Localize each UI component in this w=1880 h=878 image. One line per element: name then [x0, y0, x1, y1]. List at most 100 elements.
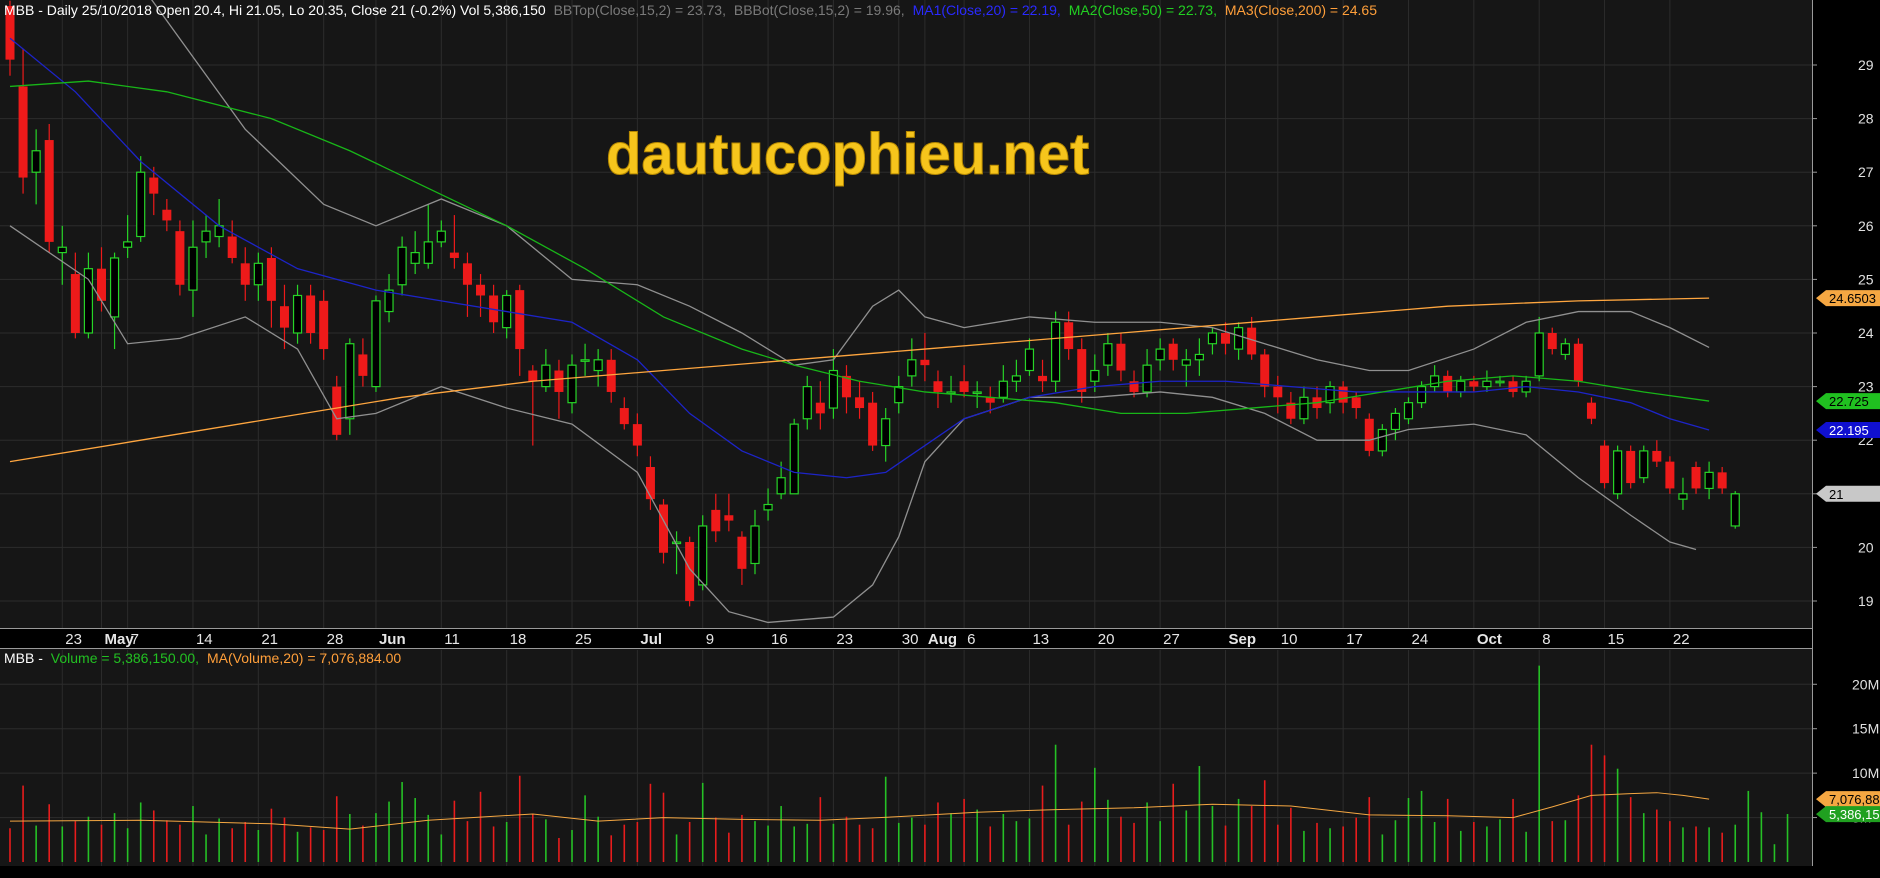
candle-body — [1011, 375, 1021, 382]
candle[interactable] — [1613, 445, 1623, 500]
candle[interactable] — [371, 295, 381, 392]
x-date-label: 8 — [1542, 631, 1550, 648]
x-date-label: 16 — [771, 631, 788, 648]
candle-body — [1534, 332, 1544, 377]
candlestick-chart-svg[interactable]: 19202122232425262728295M10M15M20M23May71… — [0, 0, 1880, 878]
x-date-label: 25 — [575, 631, 592, 648]
candle-body — [554, 370, 564, 392]
value-tag-text: 7,076,884 — [1829, 792, 1880, 807]
candle-body — [894, 386, 904, 404]
y-tick-label: 23 — [1858, 379, 1874, 395]
candle[interactable] — [1730, 491, 1740, 529]
y-tick-label: 24 — [1858, 325, 1874, 341]
candle-body — [436, 230, 446, 243]
stock-chart-window: 19202122232425262728295M10M15M20M23May71… — [0, 0, 1880, 878]
candle-body — [1038, 375, 1048, 382]
candle-body — [645, 467, 655, 500]
candle-body — [1573, 343, 1583, 382]
candle[interactable] — [698, 515, 708, 591]
candle[interactable] — [1377, 424, 1387, 457]
candle-body — [253, 262, 263, 286]
candle-body — [515, 290, 525, 350]
header-ma2: MA2(Close,50) = 22.73, — [1069, 2, 1217, 18]
candle-body — [1560, 343, 1570, 356]
candle-body — [1456, 380, 1466, 393]
x-date-label: 18 — [510, 631, 527, 648]
y-tick-label: 27 — [1858, 164, 1874, 180]
candle[interactable] — [44, 123, 54, 253]
candle-body — [593, 359, 603, 372]
volume-last-value-tag: 7,076,884 — [1816, 791, 1880, 808]
candle-body — [1221, 333, 1231, 344]
candle[interactable] — [1600, 440, 1610, 489]
candle[interactable] — [1639, 445, 1649, 484]
candle-body — [776, 477, 786, 495]
candle-body — [541, 364, 551, 388]
candle-body — [1416, 386, 1427, 404]
candle[interactable] — [1050, 311, 1061, 392]
candle-body — [724, 515, 734, 521]
candle[interactable] — [1573, 338, 1583, 387]
candle-body — [907, 359, 917, 377]
candle-body — [1064, 322, 1074, 350]
candle-body — [123, 241, 133, 248]
x-date-label: Jun — [379, 631, 406, 648]
candle-body — [711, 509, 721, 532]
candle-body — [1704, 471, 1714, 490]
candle-body — [149, 177, 159, 194]
x-date-label: 21 — [261, 631, 278, 648]
candle-body — [358, 354, 368, 376]
candle-body — [279, 306, 289, 328]
candle-body — [1652, 450, 1662, 462]
candle[interactable] — [789, 418, 799, 495]
candle-body — [1443, 375, 1453, 392]
x-date-label: 30 — [902, 631, 919, 648]
candle-body — [606, 359, 616, 392]
x-date-label: 14 — [196, 631, 213, 648]
candle-body — [789, 423, 799, 495]
x-date-label: 10 — [1281, 631, 1298, 648]
candle-body — [162, 209, 172, 221]
candle[interactable] — [1626, 445, 1636, 489]
candle-body — [292, 294, 303, 334]
candle[interactable] — [1364, 413, 1374, 457]
candle-body — [1050, 321, 1061, 382]
candle-body — [1691, 467, 1701, 489]
y-tick-label: 19 — [1858, 593, 1874, 609]
candle-body — [332, 386, 342, 435]
volume-tick-label: 20M — [1852, 676, 1879, 692]
candle-body — [1090, 369, 1100, 382]
candle[interactable] — [1665, 456, 1675, 494]
value-tag-bg — [1816, 485, 1880, 502]
candle-body — [855, 397, 865, 409]
y-tick-label: 20 — [1858, 539, 1874, 555]
candle-body — [1116, 343, 1126, 371]
candle-body — [972, 391, 982, 395]
candle-body — [1639, 450, 1649, 479]
candle-body — [1678, 493, 1688, 500]
x-date-label: Aug — [928, 631, 957, 648]
price-panel-header: MBB - Daily 25/10/2018 Open 20.4, Hi 21.… — [4, 2, 1377, 18]
value-tag-text: 24.6503 — [1829, 291, 1876, 306]
x-date-label: 22 — [1673, 631, 1690, 648]
value-tag-text: 22.725 — [1829, 394, 1869, 409]
header-info: MBB - Daily 25/10/2018 Open 20.4, Hi 21.… — [4, 2, 546, 18]
candle-body — [227, 236, 237, 258]
candle-body — [920, 359, 930, 366]
candle-body — [18, 86, 28, 178]
candle-body — [1168, 343, 1178, 360]
header-ma3: MA3(Close,200) = 24.65 — [1225, 2, 1377, 18]
candle-body — [1260, 354, 1270, 387]
candle-body — [44, 140, 54, 242]
candle-body — [868, 402, 878, 446]
candle-body — [345, 343, 355, 420]
candle-body — [1547, 333, 1557, 350]
candle-body — [1665, 461, 1675, 489]
candle-body — [1600, 445, 1610, 484]
candle[interactable] — [175, 220, 185, 296]
candle-body — [83, 268, 94, 334]
header-bbbot: BBBot(Close,15,2) = 19.96, — [734, 2, 905, 18]
candle-body — [1495, 380, 1505, 384]
candle-body — [1155, 348, 1165, 361]
x-date-label: 6 — [967, 631, 975, 648]
